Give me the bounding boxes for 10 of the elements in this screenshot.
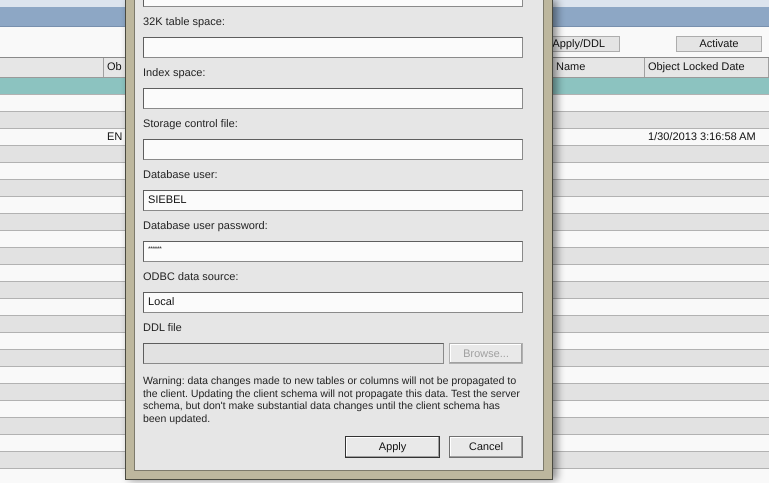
field-label: ODBC data source: [143,270,240,284]
field-label: DDL file [143,321,183,335]
field-label: Index space: [143,66,206,80]
field-label: Storage control file: [143,117,239,131]
table-cell: 1/30/2013 3:16:58 AM [648,131,756,143]
field-label: Database user: [143,168,219,182]
warning-text: Warning: data changes made to new tables or columns will not be propagated to the client. Updating the client schema will not propagate this data. Test the server schema, but don't make substantial data changes until the client schema has been updated. [143,375,521,425]
field-label: Database user password: [143,219,269,233]
field-label: 32K table space: [143,15,226,29]
table-cell: EN [107,131,122,143]
